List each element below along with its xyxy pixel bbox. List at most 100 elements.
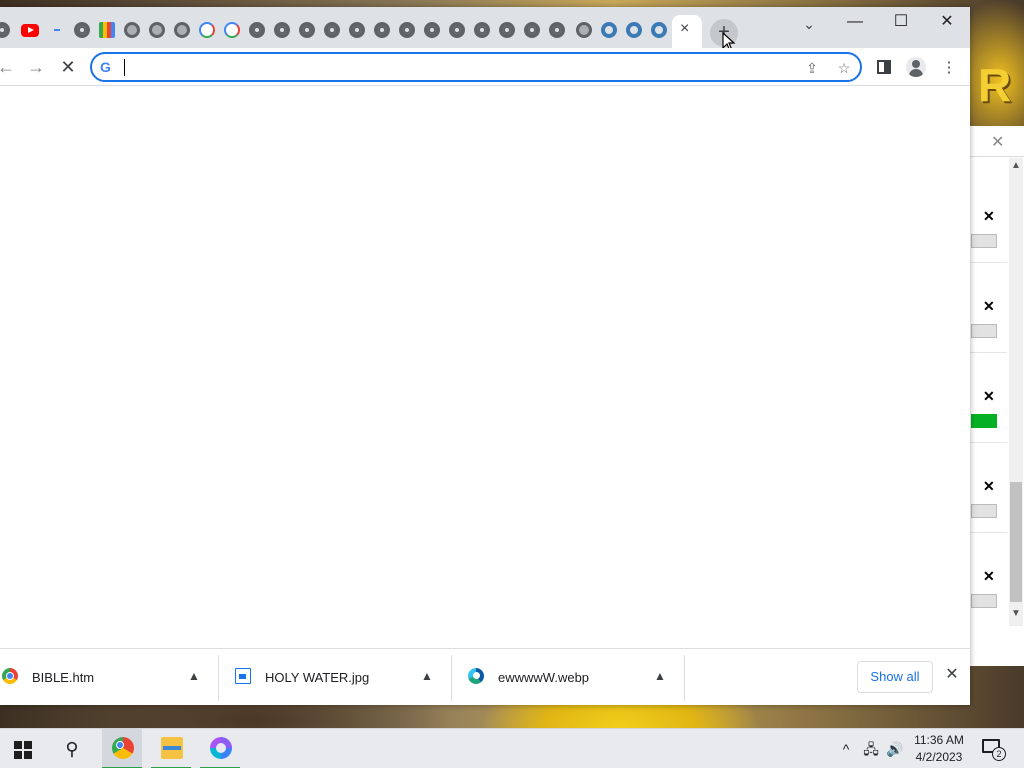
background-window[interactable]: ✕ ▲ ▼ ✕ ✕ ✕ ✕ ✕	[966, 126, 1024, 666]
notification-center-button[interactable]: 2	[982, 739, 1006, 761]
tab-chrome-icon[interactable]	[524, 22, 540, 38]
windows-logo-icon	[14, 741, 22, 749]
maximize-button[interactable]: ☐	[878, 7, 924, 39]
chrome-window: × + ⌄ — ☐ ✕ ← → ✕ G ⇪ ☆ ⋮ BIBLE.htm ▲ HO…	[0, 7, 970, 705]
show-hidden-icons-chevron-icon[interactable]: ^	[838, 739, 854, 759]
tab-blue-ring-icon[interactable]	[651, 22, 667, 38]
copilot-icon	[210, 737, 232, 759]
background-window-scroll-thumb[interactable]	[1010, 482, 1022, 602]
download-divider	[451, 655, 452, 701]
notification-count-badge: 2	[992, 747, 1006, 761]
tab-globe-icon[interactable]	[149, 22, 165, 38]
wallpaper-letter: R	[978, 59, 1012, 111]
back-button[interactable]: ←	[0, 53, 20, 81]
tab-google-icon[interactable]	[224, 22, 240, 38]
volume-icon[interactable]: 🔊	[884, 739, 906, 759]
background-window-close-icon[interactable]: ✕	[991, 132, 1004, 152]
tab-google-apps-grid-icon[interactable]	[99, 22, 115, 38]
clock-time: 11:36 AM	[914, 733, 964, 747]
clock-date: 4/2/2023	[915, 750, 963, 764]
show-all-button[interactable]: Show all	[857, 661, 933, 693]
edge-file-icon	[468, 668, 484, 684]
tab-chrome-icon[interactable]	[549, 22, 565, 38]
item-divider	[967, 532, 1007, 533]
tab-chrome-icon[interactable]	[249, 22, 265, 38]
tab-chrome-icon[interactable]	[274, 22, 290, 38]
item-divider	[967, 442, 1007, 443]
tab-chrome-icon[interactable]	[74, 22, 90, 38]
tab-search-button[interactable]: ⌄	[796, 10, 822, 38]
chevron-up-icon[interactable]: ▲	[184, 666, 204, 686]
download-item[interactable]: ewwwwW.webp ▲	[468, 656, 678, 698]
network-icon[interactable]: 🖧	[860, 739, 882, 759]
bookmark-star-icon[interactable]: ☆	[834, 58, 854, 78]
side-panel-icon[interactable]	[877, 60, 891, 74]
item-divider	[967, 352, 1007, 353]
tab-chrome-icon[interactable]	[499, 22, 515, 38]
item-divider	[967, 262, 1007, 263]
taskbar-chrome-app[interactable]	[102, 729, 142, 768]
scroll-up-icon[interactable]: ▲	[1011, 160, 1021, 171]
tab-chrome-icon[interactable]	[0, 22, 10, 38]
tab-blue-ring-icon[interactable]	[626, 22, 642, 38]
tab-globe-icon[interactable]	[576, 22, 592, 38]
share-icon[interactable]: ⇪	[802, 58, 822, 78]
tab-close-icon[interactable]: ×	[680, 19, 689, 39]
google-search-icon: G	[100, 59, 111, 75]
tab-globe-icon[interactable]	[174, 22, 190, 38]
minimize-button[interactable]: —	[832, 7, 878, 39]
remove-item-icon[interactable]: ✕	[983, 388, 995, 405]
address-input[interactable]	[122, 57, 782, 77]
download-item[interactable]: HOLY WATER.jpg ▲	[235, 656, 445, 698]
remove-item-icon[interactable]: ✕	[983, 478, 995, 495]
search-icon[interactable]: ⚲	[62, 738, 82, 760]
tab-globe-icon[interactable]	[124, 22, 140, 38]
tab-chrome-icon[interactable]	[299, 22, 315, 38]
taskbar-file-explorer-app[interactable]	[151, 729, 191, 768]
remove-item-icon[interactable]: ✕	[983, 298, 995, 315]
menu-icon[interactable]: ⋮	[938, 57, 960, 79]
forward-button[interactable]: →	[22, 53, 50, 81]
image-file-icon	[235, 668, 251, 684]
start-button[interactable]	[14, 741, 32, 759]
active-tab[interactable]: ×	[672, 15, 702, 48]
stop-loading-button[interactable]: ✕	[54, 53, 82, 81]
background-window-divider	[967, 156, 1024, 157]
progress-bar	[971, 324, 997, 338]
tab-chrome-icon[interactable]	[349, 22, 365, 38]
progress-bar	[971, 234, 997, 248]
tab-blue-ring-icon[interactable]	[601, 22, 617, 38]
tab-chrome-icon[interactable]	[399, 22, 415, 38]
progress-bar	[971, 594, 997, 608]
text-caret	[124, 59, 125, 76]
tab-strip[interactable]: × + ⌄ — ☐ ✕	[0, 7, 970, 52]
remove-item-icon[interactable]: ✕	[983, 208, 995, 225]
tab-google-icon[interactable]	[199, 22, 215, 38]
scroll-down-icon[interactable]: ▼	[1011, 608, 1021, 619]
windows-logo-icon	[24, 741, 32, 749]
profile-icon[interactable]	[906, 57, 926, 77]
close-window-button[interactable]: ✕	[924, 7, 970, 39]
download-filename: BIBLE.htm	[32, 670, 95, 685]
tab-chrome-icon[interactable]	[449, 22, 465, 38]
taskbar-copilot-app[interactable]	[200, 729, 240, 768]
windows-logo-icon	[14, 751, 22, 759]
folder-icon	[161, 737, 183, 759]
download-filename: HOLY WATER.jpg	[265, 670, 370, 685]
system-clock[interactable]: 11:36 AM 4/2/2023	[908, 732, 970, 766]
tab-chrome-icon[interactable]	[324, 22, 340, 38]
tab-google-dash-icon[interactable]	[54, 29, 60, 31]
download-item[interactable]: BIBLE.htm ▲	[2, 656, 212, 698]
chrome-file-icon	[2, 668, 18, 684]
tab-chrome-icon[interactable]	[474, 22, 490, 38]
remove-item-icon[interactable]: ✕	[983, 568, 995, 585]
address-bar[interactable]: G ⇪ ☆	[90, 52, 862, 82]
tab-chrome-icon[interactable]	[424, 22, 440, 38]
close-shelf-icon[interactable]: ✕	[942, 665, 962, 685]
page-content[interactable]	[0, 86, 970, 648]
tab-youtube-icon[interactable]	[21, 24, 39, 37]
tab-chrome-icon[interactable]	[374, 22, 390, 38]
download-filename: ewwwwW.webp	[498, 670, 590, 685]
chevron-up-icon[interactable]: ▲	[650, 666, 670, 686]
chevron-up-icon[interactable]: ▲	[417, 666, 437, 686]
